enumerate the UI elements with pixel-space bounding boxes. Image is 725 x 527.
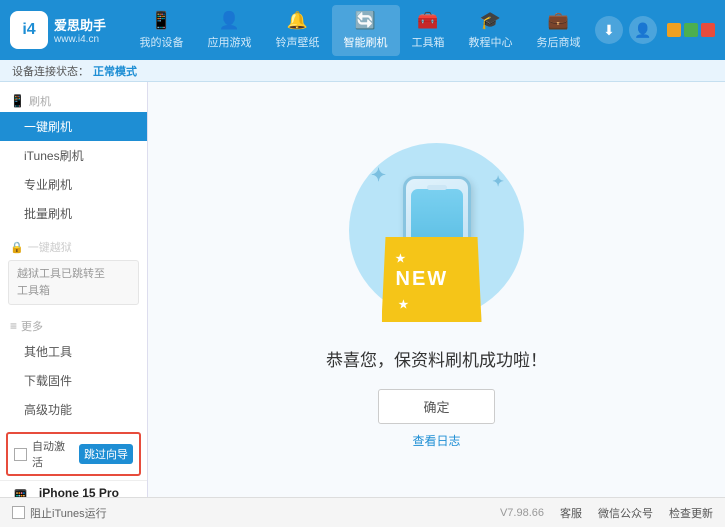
new-star-left: ★ — [396, 253, 408, 265]
sidebar-section-flash: 📱 刷机 一键刷机 iTunes刷机 专业刷机 批量刷机 — [0, 82, 147, 232]
app-games-icon: 👤 — [219, 11, 240, 31]
status-value: 正常模式 — [93, 63, 137, 79]
top-bar: i4 爱思助手 www.i4.cn 📱 我的设备 👤 应用游戏 🔔 铃声壁纸 🔄… — [0, 0, 725, 60]
logo-abbr: i4 — [22, 21, 35, 39]
nav-item-tutorial[interactable]: 🎓 教程中心 — [457, 5, 525, 56]
nav-item-my-device[interactable]: 📱 我的设备 — [128, 5, 196, 56]
sidebar-section-jailbreak: 🔒 一键越狱 越狱工具已跳转至 工具箱 — [0, 232, 147, 311]
sidebar: 📱 刷机 一键刷机 iTunes刷机 专业刷机 批量刷机 🔒 一键越狱 越狱工具… — [0, 82, 148, 497]
sidebar-item-itunes-flash[interactable]: iTunes刷机 — [0, 141, 147, 170]
sparkle-left-icon: ✦ — [371, 165, 386, 186]
stop-itunes-row: 阻止iTunes运行 — [12, 505, 107, 521]
lock-icon: 🔒 — [10, 241, 24, 254]
my-device-label: 我的设备 — [140, 34, 184, 50]
nav-item-service[interactable]: 💼 务后商域 — [525, 5, 593, 56]
auto-activate-label: 自动激活 — [32, 438, 74, 470]
sidebar-section-flash-title: 📱 刷机 — [0, 90, 147, 112]
maximize-button[interactable] — [684, 23, 698, 37]
ringtone-label: 铃声壁纸 — [276, 34, 320, 50]
app-games-label: 应用游戏 — [208, 34, 252, 50]
device-icon: 📱 — [8, 488, 33, 497]
my-device-icon: 📱 — [151, 11, 172, 31]
more-section-icon: ≡ — [10, 319, 17, 333]
minimize-button[interactable] — [667, 23, 681, 37]
bottom-right: V7.98.66 客服 微信公众号 检查更新 — [500, 505, 713, 521]
nav-item-smart-flash[interactable]: 🔄 智能刷机 — [332, 5, 400, 56]
logo-text-line1: 爱思助手 — [54, 15, 106, 34]
status-prefix: 设备连接状态： — [12, 63, 89, 79]
sidebar-item-advanced[interactable]: 高级功能 — [0, 395, 147, 424]
download-button[interactable]: ⬇ — [595, 16, 623, 44]
auto-activate-checkbox[interactable] — [14, 448, 27, 461]
customer-service-link[interactable]: 客服 — [560, 505, 582, 521]
flash-section-icon: 📱 — [10, 94, 25, 108]
sidebar-item-download-firmware[interactable]: 下载固件 — [0, 366, 147, 395]
toolbox-icon: 🧰 — [417, 11, 438, 31]
success-text: 恭喜您，保资料刷机成功啦！ — [326, 346, 547, 371]
bottom-bar: 阻止iTunes运行 V7.98.66 客服 微信公众号 检查更新 — [0, 497, 725, 527]
stop-itunes-checkbox[interactable] — [12, 506, 25, 519]
sidebar-section-more: ≡ 更多 其他工具 下载固件 高级功能 — [0, 311, 147, 428]
nav-item-ringtone[interactable]: 🔔 铃声壁纸 — [264, 5, 332, 56]
guide-skip-button[interactable]: 跳过向导 — [79, 444, 133, 464]
user-button[interactable]: 👤 — [629, 16, 657, 44]
logo: i4 爱思助手 www.i4.cn — [10, 11, 125, 49]
new-star-right: ★ — [399, 299, 411, 311]
check-update-link[interactable]: 检查更新 — [669, 505, 713, 521]
sidebar-item-pro-flash[interactable]: 专业刷机 — [0, 170, 147, 199]
toolbox-label: 工具箱 — [412, 34, 445, 50]
device-row: 📱 iPhone 15 Pro Max 512GB iPhone — [0, 480, 147, 497]
version-label: V7.98.66 — [500, 507, 544, 519]
phone-notch — [427, 185, 447, 190]
confirm-button[interactable]: 确定 — [378, 389, 494, 424]
nav-item-toolbox[interactable]: 🧰 工具箱 — [400, 5, 457, 56]
logo-text-line2: www.i4.cn — [54, 34, 106, 45]
auto-activate-row: 自动激活 跳过向导 — [6, 432, 141, 476]
content-area: ✦ ✦ ★ NEW ★ 恭喜您，保资料刷机成功啦！ 确定 查看日志 — [148, 82, 725, 497]
sparkle-right-icon: ✦ — [492, 173, 504, 190]
ringtone-icon: 🔔 — [287, 11, 308, 31]
log-link[interactable]: 查看日志 — [412, 432, 460, 449]
logo-icon: i4 — [10, 11, 48, 49]
tutorial-icon: 🎓 — [480, 11, 501, 31]
status-bar: 设备连接状态： 正常模式 — [0, 60, 725, 82]
window-controls — [667, 23, 715, 37]
main-layout: 📱 刷机 一键刷机 iTunes刷机 专业刷机 批量刷机 🔒 一键越狱 越狱工具… — [0, 82, 725, 497]
sidebar-jailbreak-title: 🔒 一键越狱 — [0, 236, 147, 258]
sidebar-item-one-key-flash[interactable]: 一键刷机 — [0, 112, 147, 141]
sidebar-jailbreak-note: 越狱工具已跳转至 工具箱 — [8, 260, 139, 305]
service-label: 务后商域 — [537, 34, 581, 50]
device-name: iPhone 15 Pro Max — [39, 486, 139, 497]
new-text: NEW — [396, 268, 449, 290]
smart-flash-icon: 🔄 — [355, 11, 376, 31]
smart-flash-label: 智能刷机 — [344, 34, 388, 50]
sidebar-item-other-tools[interactable]: 其他工具 — [0, 337, 147, 366]
stop-itunes-label: 阻止iTunes运行 — [30, 505, 107, 521]
nav-bar: 📱 我的设备 👤 应用游戏 🔔 铃声壁纸 🔄 智能刷机 🧰 工具箱 🎓 教程中心… — [125, 5, 595, 56]
nav-item-app-games[interactable]: 👤 应用游戏 — [196, 5, 264, 56]
wechat-link[interactable]: 微信公众号 — [598, 505, 653, 521]
close-button[interactable] — [701, 23, 715, 37]
phone-graphic: ✦ ✦ ★ NEW ★ — [337, 130, 537, 330]
sidebar-item-batch-flash[interactable]: 批量刷机 — [0, 199, 147, 228]
new-badge: ★ NEW ★ — [382, 237, 482, 322]
tutorial-label: 教程中心 — [469, 34, 513, 50]
service-icon: 💼 — [548, 11, 569, 31]
sidebar-more-title: ≡ 更多 — [0, 315, 147, 337]
top-right-controls: ⬇ 👤 — [595, 16, 715, 44]
